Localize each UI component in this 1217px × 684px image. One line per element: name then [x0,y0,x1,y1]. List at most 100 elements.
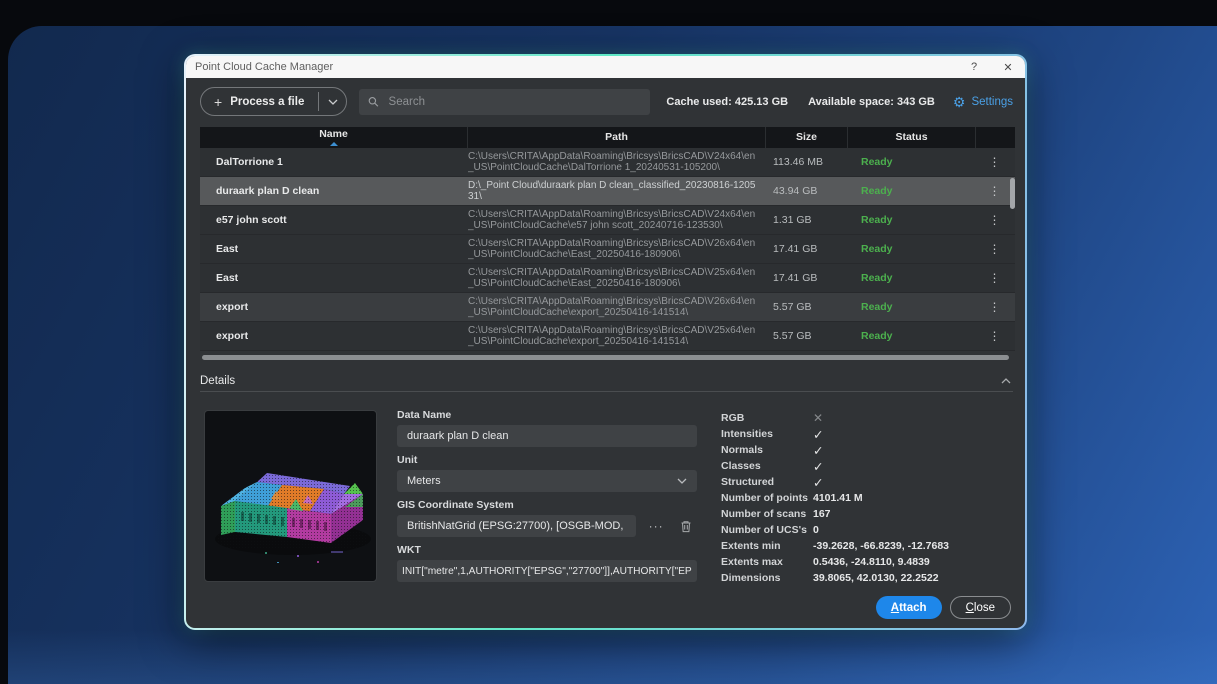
wkt-label: WKT [397,545,697,555]
table-row[interactable]: East C:\Users\CRITA\AppData\Roaming\Bric… [200,264,1015,293]
property-value: 39.8065, 42.0130, 22.2522 [813,570,1015,586]
row-menu-button[interactable]: ⋮ [976,177,1013,205]
kebab-icon: ⋮ [989,300,1001,314]
wkt-input[interactable] [397,560,697,582]
table-body: DalTorrione 1 C:\Users\CRITA\AppData\Roa… [200,148,1015,351]
chevron-down-icon [328,99,338,105]
unit-label: Unit [397,455,697,465]
table-row[interactable]: export C:\Users\CRITA\AppData\Roaming\Br… [200,322,1015,351]
gis-coordinate-system-label: GIS Coordinate System [397,500,697,510]
available-space-label: Available space: [808,96,894,108]
cell-status: Ready [848,322,976,350]
search-input[interactable] [387,95,642,109]
footer: Attach Close [200,596,1015,628]
toolbar: + Process a file [200,87,1015,116]
unit-select[interactable]: Meters [397,470,697,492]
collapse-chevron-up-icon[interactable] [1001,378,1011,384]
row-menu-button[interactable]: ⋮ [976,322,1013,350]
property-value: 0 [813,522,1015,538]
row-menu-button[interactable]: ⋮ [976,235,1013,263]
table-row[interactable]: duraark plan D clean D:\_Point Cloud\dur… [200,177,1015,206]
table-row[interactable]: e57 john scott C:\Users\CRITA\AppData\Ro… [200,206,1015,235]
property-value: ✓ [813,442,1015,458]
cell-name: e57 john scott [200,206,468,234]
column-header-actions [976,127,1013,148]
property-label: Intensities [721,426,813,442]
process-file-split-button: + Process a file [200,87,347,116]
row-menu-button[interactable]: ⋮ [976,206,1013,234]
property-label: Classes [721,458,813,474]
cell-status: Ready [848,177,976,205]
row-menu-button[interactable]: ⋮ [976,148,1013,176]
table-row[interactable]: export C:\Users\CRITA\AppData\Roaming\Br… [200,293,1015,322]
property-label: Dimensions [721,570,813,586]
cell-size: 5.57 GB [766,322,848,350]
table-row[interactable]: East C:\Users\CRITA\AppData\Roaming\Bric… [200,235,1015,264]
window-title: Point Cloud Cache Manager [186,61,957,73]
property-value: ✓ [813,474,1015,490]
available-space-value: 343 GB [897,96,935,108]
row-menu-button[interactable]: ⋮ [976,264,1013,292]
sort-ascending-icon [330,142,338,146]
table-row[interactable]: DalTorrione 1 C:\Users\CRITA\AppData\Roa… [200,148,1015,177]
gis-browse-button[interactable]: ··· [645,515,666,537]
close-button[interactable]: Close [950,596,1011,619]
cell-size: 43.94 GB [766,177,848,205]
available-space-stat: Available space: 343 GB [808,96,935,108]
close-icon[interactable]: ✕ [991,56,1025,78]
kebab-icon: ⋮ [989,213,1001,227]
cell-path: C:\Users\CRITA\AppData\Roaming\Bricsys\B… [468,267,756,289]
property-value: ✕ [813,410,1015,426]
cell-size: 113.46 MB [766,148,848,176]
desktop: Point Cloud Cache Manager ? ✕ + Process … [0,0,1217,684]
horizontal-scrollbar-thumb[interactable] [202,355,1009,360]
cell-name: duraark plan D clean [200,177,468,205]
column-header-size[interactable]: Size [766,127,848,148]
help-icon[interactable]: ? [957,56,991,78]
point-cloud-cache-manager-window: Point Cloud Cache Manager ? ✕ + Process … [184,54,1027,630]
property-label: Structured [721,474,813,490]
attach-button[interactable]: Attach [876,596,942,619]
search-icon [368,96,379,108]
row-menu-button[interactable]: ⋮ [976,293,1013,321]
details-section-header: Details [200,375,1015,387]
vertical-scrollbar-thumb[interactable] [1010,178,1015,209]
process-file-button[interactable]: + Process a file [201,88,318,115]
details-panel: Data Name Unit Meters GIS Coordinate Sys… [200,410,1015,590]
cell-path: C:\Users\CRITA\AppData\Roaming\Bricsys\B… [468,296,756,318]
property-label: Extents min [721,538,813,554]
data-name-label: Data Name [397,410,697,420]
property-value: 0.5436, -24.8110, 9.4839 [813,554,1015,570]
cache-used-stat: Cache used: 425.13 GB [666,96,788,108]
process-file-dropdown-button[interactable] [319,88,346,115]
gis-delete-button[interactable] [676,515,697,537]
column-header-name[interactable]: Name [200,127,468,148]
plus-icon: + [214,95,222,109]
property-label: Number of points [721,490,813,506]
ellipsis-icon: ··· [649,519,664,533]
property-value: -39.2628, -66.8239, -12.7683 [813,538,1015,554]
cache-used-value: 425.13 GB [735,96,788,108]
data-name-input[interactable] [397,425,697,447]
property-label: Number of UCS's [721,522,813,538]
column-header-path[interactable]: Path [468,127,766,148]
point-cloud-preview [204,410,377,582]
column-header-status[interactable]: Status [848,127,976,148]
vertical-scrollbar[interactable] [1010,148,1015,351]
cache-used-label: Cache used: [666,96,731,108]
cell-name: export [200,293,468,321]
kebab-icon: ⋮ [989,329,1001,343]
process-file-label: Process a file [230,96,304,108]
gear-icon: ⚙ [953,95,966,109]
kebab-icon: ⋮ [989,184,1001,198]
gis-coordinate-system-input[interactable] [397,515,636,537]
horizontal-scrollbar[interactable] [200,355,1015,360]
cell-path: D:\_Point Cloud\duraark plan D clean_cla… [468,180,756,202]
kebab-icon: ⋮ [989,271,1001,285]
property-value: ✓ [813,426,1015,442]
cell-name: East [200,235,468,263]
cell-path: C:\Users\CRITA\AppData\Roaming\Bricsys\B… [468,325,756,347]
point-cloud-preview-image [205,411,376,581]
settings-button[interactable]: ⚙ Settings [953,95,1013,109]
cell-status: Ready [848,206,976,234]
